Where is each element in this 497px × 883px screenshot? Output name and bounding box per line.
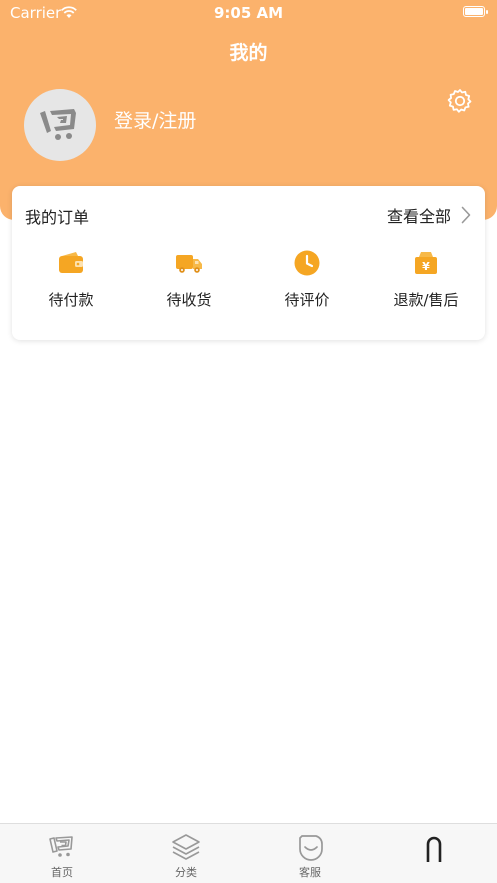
- tab-label: 分类: [175, 866, 197, 879]
- tab-customer-service[interactable]: 客服: [265, 832, 355, 880]
- status-bar: Carrier 9:05 AM: [0, 0, 497, 26]
- order-refund-aftersales[interactable]: ¥ 退款/售后: [376, 248, 476, 318]
- tab-category[interactable]: 分类: [141, 832, 231, 880]
- order-item-label: 退款/售后: [393, 291, 459, 309]
- tab-label: 首页: [51, 866, 73, 879]
- battery-icon: [463, 6, 488, 17]
- order-item-label: 待收货: [166, 291, 212, 309]
- order-pending-receipt[interactable]: 待收货: [139, 248, 239, 318]
- login-register-link[interactable]: 登录/注册: [114, 106, 196, 133]
- orders-card: 我的订单 查看全部 待付款 待收货 待评价 ¥ 退款/售后: [12, 186, 485, 340]
- order-item-label: 待评价: [284, 291, 330, 309]
- home-logo-icon: [49, 836, 73, 857]
- screen: Carrier 9:05 AM 我的 登录/注册 我的订单 查看全部 待付款 待…: [0, 0, 497, 883]
- chevron-right-icon: [461, 206, 471, 224]
- layers-icon: [172, 834, 200, 860]
- page-title: 我的: [229, 42, 268, 64]
- tab-bar: 首页 分类 客服: [0, 823, 497, 883]
- order-pending-payment[interactable]: 待付款: [21, 248, 121, 318]
- gear-icon[interactable]: [446, 87, 474, 115]
- status-time: 9:05 AM: [213, 4, 284, 22]
- tab-profile[interactable]: [389, 832, 479, 864]
- app-logo-icon: [40, 109, 76, 140]
- refund-icon: ¥: [415, 252, 437, 274]
- truck-icon: [176, 255, 202, 273]
- view-all-orders-button[interactable]: 查看全部: [387, 203, 471, 227]
- avatar[interactable]: [24, 89, 96, 161]
- tab-home[interactable]: 首页: [17, 832, 107, 880]
- view-all-label: 查看全部: [386, 207, 451, 226]
- orders-title: 我的订单: [25, 208, 90, 227]
- chat-icon: [299, 835, 323, 861]
- order-pending-review[interactable]: 待评价: [257, 248, 357, 318]
- clock-icon: [294, 250, 320, 276]
- order-item-label: 待付款: [48, 291, 94, 309]
- tab-label: 客服: [299, 866, 321, 879]
- svg-text:¥: ¥: [422, 260, 430, 273]
- wallet-icon: [59, 252, 83, 273]
- profile-icon: [426, 836, 442, 862]
